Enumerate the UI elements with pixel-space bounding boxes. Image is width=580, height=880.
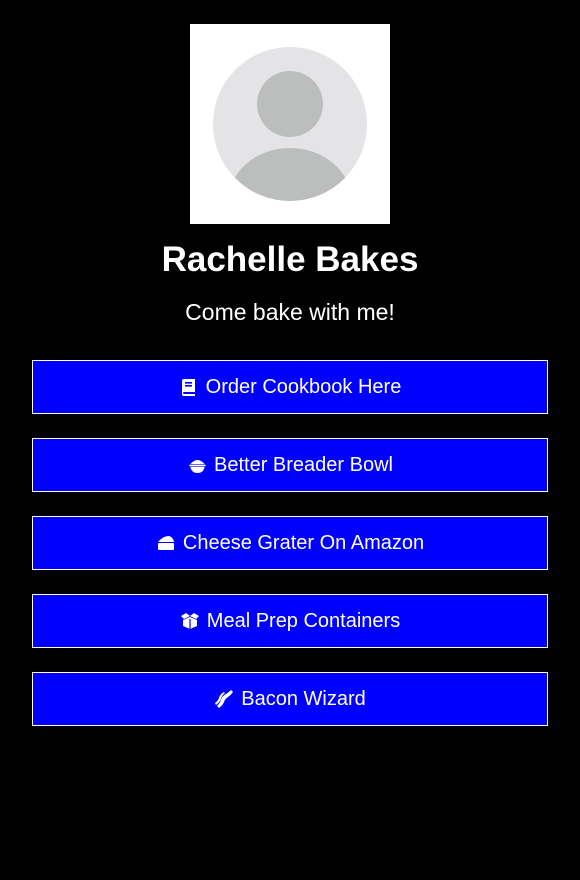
box-open-icon [180, 611, 200, 631]
link-label: Order Cookbook Here [205, 375, 402, 398]
bowl-icon [187, 455, 207, 475]
link-label: Meal Prep Containers [206, 609, 401, 632]
link-button-bacon-wizard[interactable]: Bacon Wizard [32, 672, 548, 726]
link-list: Order Cookbook Here Better Breader Bowl … [32, 360, 548, 750]
link-label: Bacon Wizard [241, 687, 366, 710]
profile-page: Rachelle Bakes Come bake with me! Order … [0, 0, 580, 880]
cheese-icon [156, 533, 176, 553]
link-button-meal-prep[interactable]: Meal Prep Containers [32, 594, 548, 648]
book-icon [179, 377, 199, 397]
link-button-breader-bowl[interactable]: Better Breader Bowl [32, 438, 548, 492]
link-button-cookbook[interactable]: Order Cookbook Here [32, 360, 548, 414]
link-label: Cheese Grater On Amazon [182, 531, 425, 554]
profile-bio: Come bake with me! [185, 299, 395, 325]
link-button-cheese-grater[interactable]: Cheese Grater On Amazon [32, 516, 548, 570]
link-label: Better Breader Bowl [214, 453, 393, 476]
default-user-avatar-icon [213, 47, 367, 201]
profile-name: Rachelle Bakes [161, 240, 419, 279]
avatar [190, 24, 390, 224]
bacon-icon [214, 689, 234, 709]
